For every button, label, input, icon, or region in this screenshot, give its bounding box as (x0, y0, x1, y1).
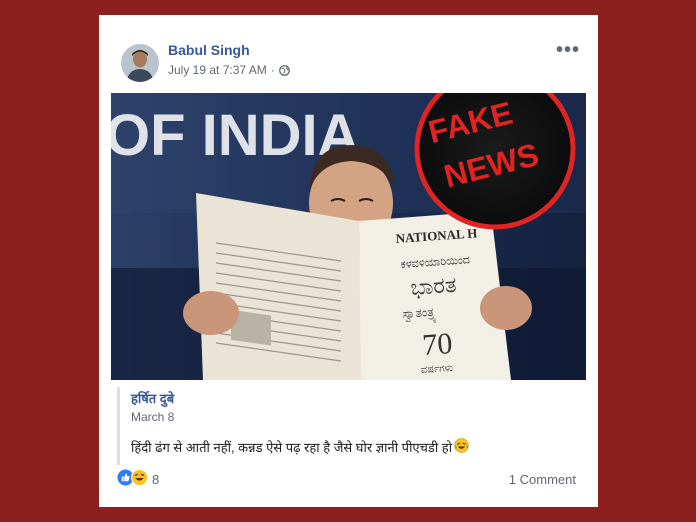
author-name[interactable]: Babul Singh (168, 42, 250, 58)
haha-reaction-icon (131, 469, 148, 489)
globe-icon[interactable] (278, 64, 290, 76)
newspaper-line-4: ವರ್ಷಗಳು (420, 363, 453, 376)
quote-date: March 8 (131, 410, 175, 424)
quote-author[interactable]: हर्षित दुबे (131, 389, 582, 407)
newspaper-headline-2: ಭಾರತ (410, 273, 458, 301)
newspaper-number: 70 (421, 327, 453, 362)
quote-text-body: हिंदी ढंग से आती नहीं, कन्नड ऐसे पढ़ रहा… (131, 440, 453, 455)
reaction-count: 8 (152, 471, 160, 487)
post-card: Babul Singh July 19 at 7:37 AM · ••• OF … (99, 15, 598, 507)
post-timestamp[interactable]: July 19 at 7:37 AM (168, 63, 267, 77)
post-photo[interactable]: OF INDIA NATIONAL H ಕಳವಳಿಯಾರಿಯಿಂದ ಭಾರತ ಸ… (111, 93, 586, 380)
quote-text: हिंदी ढंग से आती नहीं, कन्नड ऐसे पढ़ रहा… (131, 438, 582, 456)
more-options-button[interactable]: ••• (556, 39, 580, 62)
reactions-summary[interactable]: 8 (117, 469, 159, 489)
quoted-comment: हर्षित दुबे March 8 हिंदी ढंग से आती नही… (117, 387, 582, 465)
fake-news-stamp: FAKE NEWS (414, 93, 576, 230)
post-footer: 8 1 Comment (117, 468, 576, 490)
laughing-tears-emoji-icon (454, 438, 469, 456)
post-meta: July 19 at 7:37 AM · (168, 63, 290, 77)
avatar[interactable] (121, 44, 159, 82)
comments-count-link[interactable]: 1 Comment (509, 472, 576, 487)
